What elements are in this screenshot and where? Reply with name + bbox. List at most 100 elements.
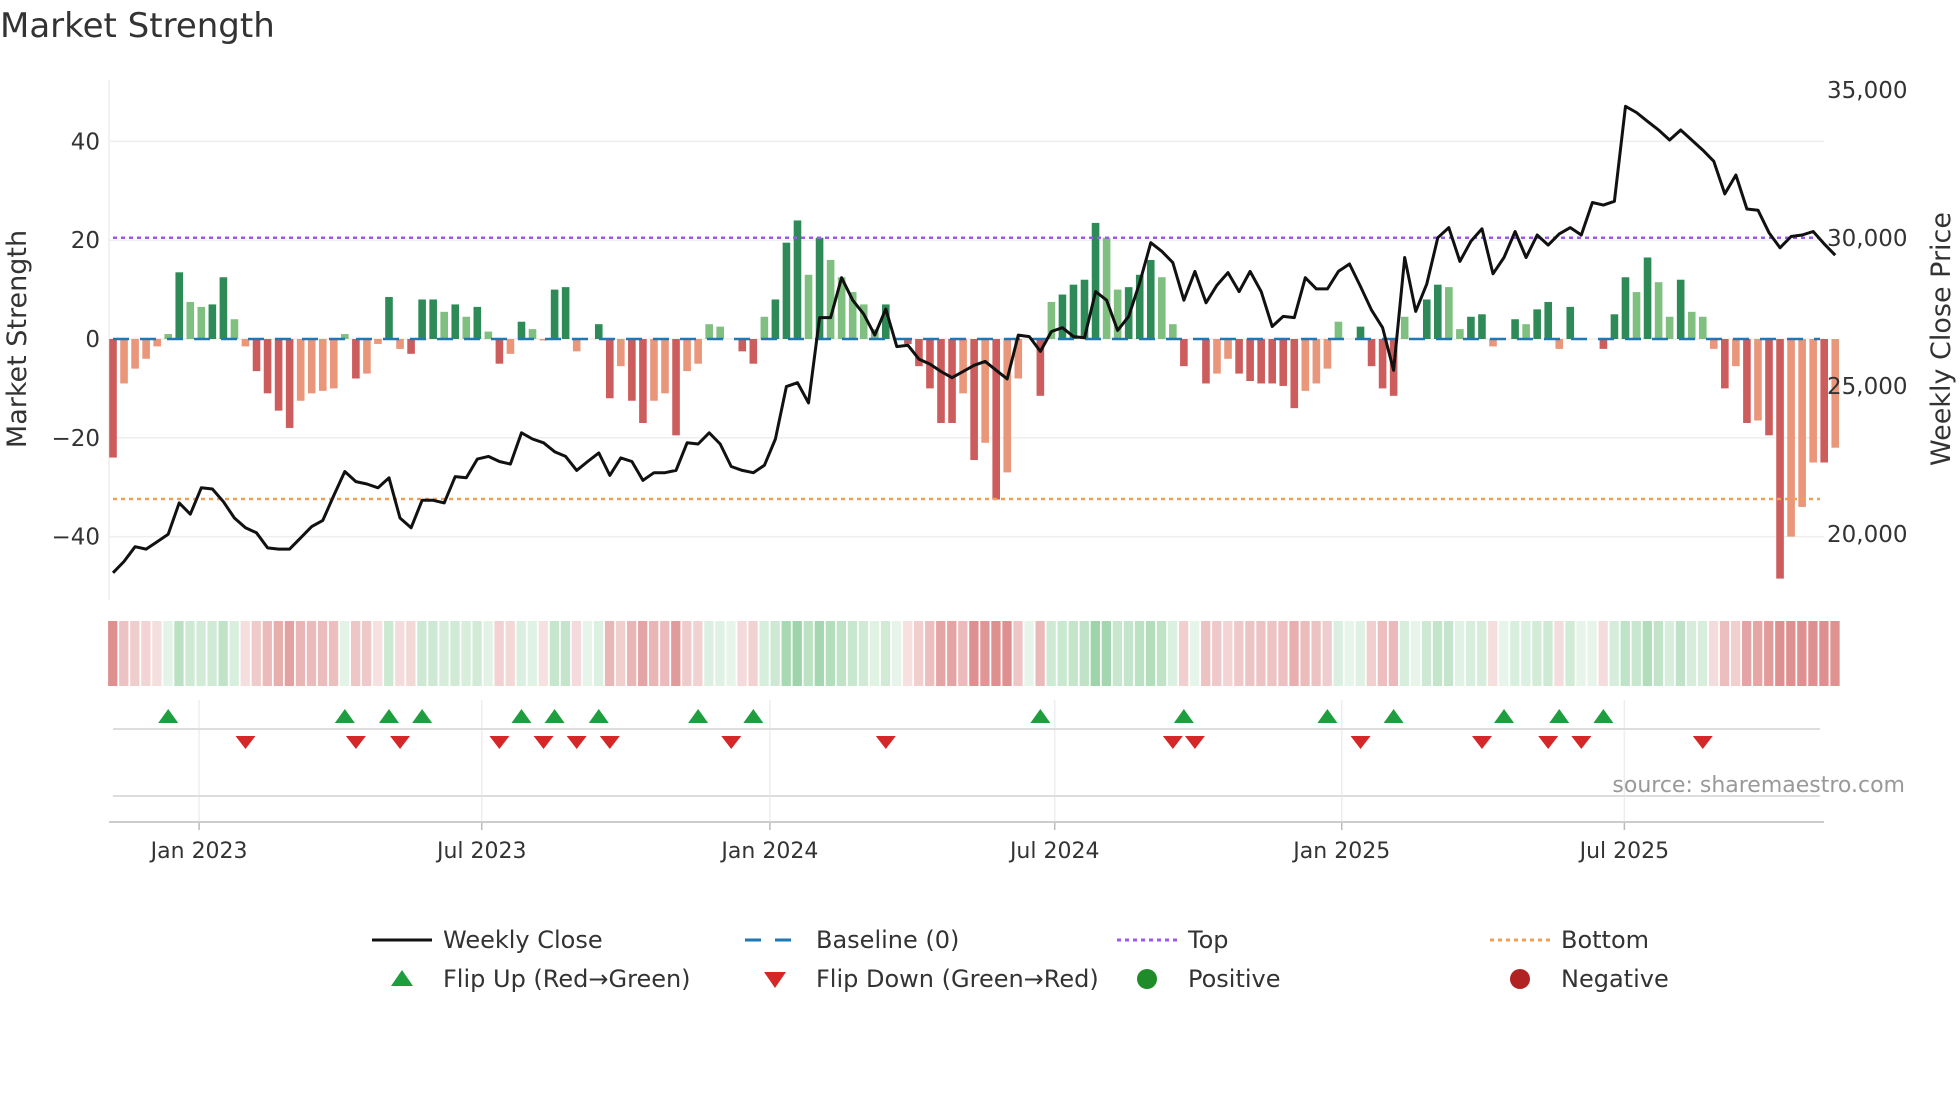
y-tick-label: −20 — [51, 426, 100, 452]
strength-bar — [1533, 309, 1541, 339]
heatmap-cell — [781, 621, 791, 686]
strength-bar — [495, 339, 504, 364]
strength-bar — [1754, 339, 1762, 421]
heatmap-cell — [980, 621, 990, 686]
heatmap-cell — [582, 621, 593, 686]
legend-label: Flip Down (Green→Red) — [816, 965, 1099, 993]
heatmap-cell — [196, 621, 206, 686]
heatmap-cell — [152, 621, 162, 686]
heatmap-cell — [207, 621, 217, 686]
heatmap-cell — [1477, 621, 1487, 686]
strength-bar — [1334, 321, 1343, 339]
market-strength-chart: 40 20 0 −20 −40 35,000 30,000 25,000 20,000 Jan 2… — [2, 78, 1957, 993]
heatmap-cell — [1245, 621, 1255, 686]
strength-bar — [1687, 311, 1696, 339]
flip-down-marker — [489, 736, 510, 749]
strength-bar — [1776, 339, 1784, 579]
heatmap-cell — [1421, 621, 1432, 686]
strength-bar — [208, 304, 217, 339]
heatmap-cell — [229, 621, 239, 686]
heatmap-cell — [1543, 621, 1553, 686]
heatmap-cell — [505, 621, 515, 686]
heatmap-cell — [1753, 621, 1763, 686]
heatmap-cell — [262, 621, 272, 686]
strength-bar — [1555, 339, 1564, 349]
strength-bar — [1456, 329, 1464, 339]
strength-bar — [1213, 339, 1221, 374]
x-tick-label: Jul 2023 — [435, 839, 527, 864]
heatmap-cell — [1344, 621, 1354, 686]
heatmap-cell — [902, 621, 913, 686]
y2-tick-label: 35,000 — [1827, 78, 1907, 104]
heatmap-cell — [1565, 621, 1575, 686]
strength-bar — [694, 339, 702, 364]
heatmap-cell — [1488, 621, 1498, 686]
heatmap-cell — [339, 621, 350, 686]
legend: Weekly Close Baseline (0) Top Bottom Flip Up… — [372, 926, 1669, 993]
heatmap-cell — [1697, 621, 1708, 686]
heatmap-cell — [1653, 621, 1663, 686]
heatmap-cell — [1797, 621, 1807, 686]
source-label: source: sharemaestro.com — [1612, 773, 1905, 798]
strength-bar — [1445, 287, 1453, 339]
legend-label: Positive — [1188, 965, 1281, 993]
heatmap-cell — [1642, 621, 1652, 686]
strength-bar — [992, 339, 1000, 500]
strength-bar — [550, 289, 559, 339]
heatmap-cell — [1300, 621, 1310, 686]
strength-bar — [782, 242, 791, 339]
heatmap-cell — [847, 621, 858, 686]
heatmap-cell — [1620, 621, 1630, 686]
strength-bar — [1146, 259, 1155, 339]
heatmap-cell — [306, 621, 317, 686]
heatmap-cell — [1708, 621, 1719, 686]
y-tick-label: 40 — [71, 129, 100, 155]
heatmap-cell — [836, 621, 847, 686]
x-tick-label: Jan 2024 — [719, 839, 818, 864]
heatmap-cell — [1576, 621, 1586, 686]
legend-triangle-up-icon — [391, 970, 413, 986]
heatmap-cell — [1289, 621, 1299, 686]
legend-label: Top — [1187, 926, 1229, 954]
heatmap-cell — [1510, 621, 1520, 686]
heatmap-cell — [472, 621, 482, 686]
strength-bar — [1721, 339, 1729, 389]
strength-bar — [628, 339, 636, 401]
heatmap-cell — [1377, 621, 1387, 686]
strength-bar — [594, 324, 603, 339]
strength-bar — [683, 339, 691, 372]
strength-bar — [517, 321, 526, 339]
flip-down-marker — [390, 736, 411, 749]
heatmap-cell — [1057, 621, 1067, 686]
heatmap-cell — [1675, 621, 1686, 686]
strength-bar — [1676, 279, 1685, 339]
strength-bar — [1069, 284, 1078, 339]
strength-bar — [440, 311, 448, 339]
heatmap-cell — [1201, 621, 1211, 686]
strength-bar — [738, 339, 747, 352]
heatmap-cell — [825, 621, 835, 686]
strength-bar — [1091, 222, 1100, 339]
strength-bar — [639, 339, 647, 423]
legend-circle-red-icon — [1510, 969, 1530, 989]
strength-bar — [1765, 339, 1773, 436]
flip-down-marker — [1471, 736, 1492, 749]
heatmap-cell — [185, 621, 195, 686]
strength-bar — [606, 339, 614, 399]
heatmap-cell — [1808, 621, 1818, 686]
strength-bar — [186, 301, 195, 339]
heatmap-cell — [1521, 621, 1531, 686]
strength-bar — [1224, 339, 1232, 359]
heatmap-cell — [1388, 621, 1399, 686]
strength-bar — [1544, 301, 1552, 339]
heatmap-cell — [527, 621, 537, 686]
heatmap-cell — [1410, 621, 1421, 686]
heatmap-cell — [1145, 621, 1156, 686]
strength-bar — [1257, 339, 1265, 384]
heatmap-cell — [925, 621, 935, 686]
strength-bar — [1820, 339, 1828, 463]
heatmap-cell — [1786, 621, 1796, 686]
heatmap-cell — [461, 621, 471, 686]
strength-bar — [451, 304, 460, 339]
heatmap-cell — [1664, 621, 1675, 686]
